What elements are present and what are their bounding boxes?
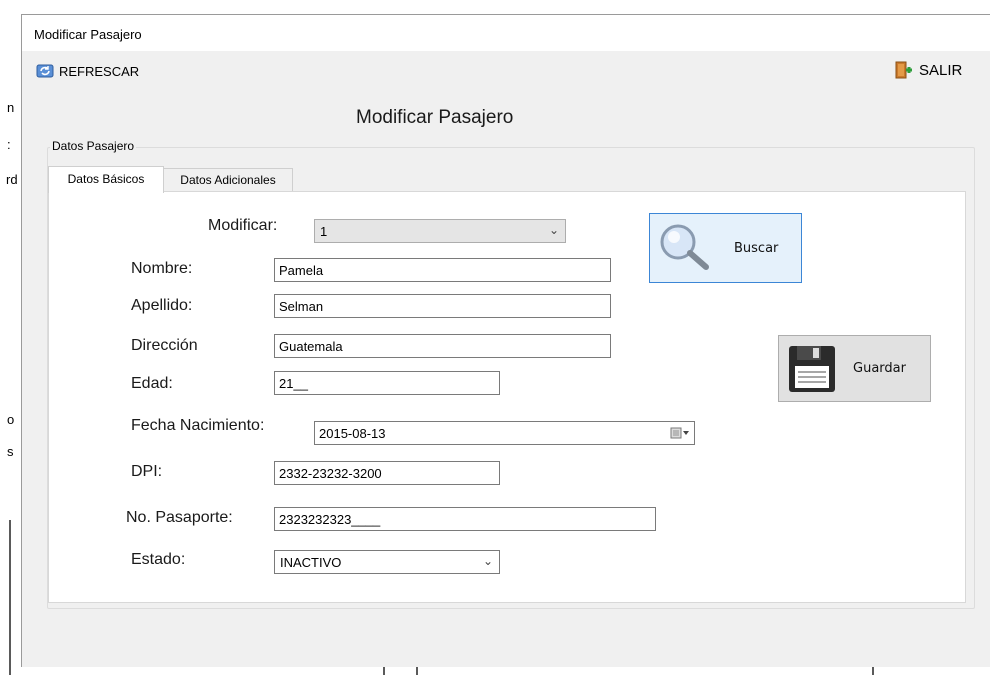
buscar-label: Buscar xyxy=(734,240,779,256)
floppy-disk-icon xyxy=(789,345,835,392)
edad-field[interactable]: 21__ xyxy=(274,371,500,395)
apellido-field[interactable]: Selman xyxy=(274,294,611,318)
modificar-select[interactable]: 1 ⌄ xyxy=(314,219,566,243)
form-title: Modificar Pasajero xyxy=(356,107,514,128)
fecha-nacimiento-picker[interactable]: 2015-08-13 xyxy=(314,421,695,445)
estado-value: INACTIVO xyxy=(280,555,342,570)
background-divider xyxy=(383,667,385,675)
exit-door-icon xyxy=(895,61,912,79)
estado-select[interactable]: INACTIVO ⌄ xyxy=(274,550,500,574)
background-divider xyxy=(416,667,418,675)
direccion-label: Dirección xyxy=(131,337,198,354)
exit-button[interactable]: SALIR xyxy=(894,61,962,79)
background-text-fragment: rd xyxy=(6,172,18,187)
window-title: Modificar Pasajero xyxy=(34,27,142,42)
background-divider xyxy=(9,520,11,675)
dpi-label: DPI: xyxy=(131,463,163,480)
background-text-fragment: s xyxy=(7,444,14,459)
chevron-down-icon: ⌄ xyxy=(482,554,493,568)
background-text-fragment: : xyxy=(7,137,11,152)
fecha-nacimiento-value: 2015-08-13 xyxy=(319,426,386,441)
guardar-button[interactable]: Guardar xyxy=(778,335,931,402)
exit-label: SALIR xyxy=(919,61,963,79)
refresh-button[interactable]: REFRESCAR xyxy=(36,63,139,79)
modificar-label: Modificar: xyxy=(208,217,278,234)
fecha-nacimiento-label: Fecha Nacimiento: xyxy=(131,417,265,434)
background-divider xyxy=(872,667,874,675)
direccion-field[interactable]: Guatemala xyxy=(274,334,611,358)
magnifier-icon xyxy=(660,224,709,270)
nombre-field[interactable]: Pamela xyxy=(274,258,611,282)
guardar-label: Guardar xyxy=(853,361,906,376)
dpi-field[interactable]: 2332-23232-3200 xyxy=(274,461,500,485)
title-bar[interactable]: Modificar Pasajero xyxy=(22,15,990,51)
modificar-value: 1 xyxy=(320,224,328,239)
refresh-label: REFRESCAR xyxy=(59,63,140,79)
chevron-down-icon: ⌄ xyxy=(548,223,559,237)
estado-label: Estado: xyxy=(131,551,186,568)
tab-datos-adicionales[interactable]: Datos Adicionales xyxy=(163,168,293,191)
toolbar: REFRESCAR SALIR xyxy=(22,51,990,87)
buscar-button[interactable]: Buscar xyxy=(649,213,802,283)
refresh-icon xyxy=(36,64,54,78)
tab-datos-basicos[interactable]: Datos Básicos xyxy=(48,166,164,193)
modificar-pasajero-window: Modificar Pasajero REFRESCAR SALIR Modif… xyxy=(21,14,990,667)
apellido-label: Apellido: xyxy=(131,297,193,314)
group-label: Datos Pasajero xyxy=(50,139,137,153)
calendar-dropdown-icon[interactable] xyxy=(670,427,690,439)
nombre-label: Nombre: xyxy=(131,260,193,277)
background-text-fragment: n xyxy=(7,100,15,115)
background-text-fragment: o xyxy=(7,412,15,427)
pasaporte-label: No. Pasaporte: xyxy=(126,509,233,526)
pasaporte-field[interactable]: 2323232323____ xyxy=(274,507,656,531)
edad-label: Edad: xyxy=(131,375,173,392)
